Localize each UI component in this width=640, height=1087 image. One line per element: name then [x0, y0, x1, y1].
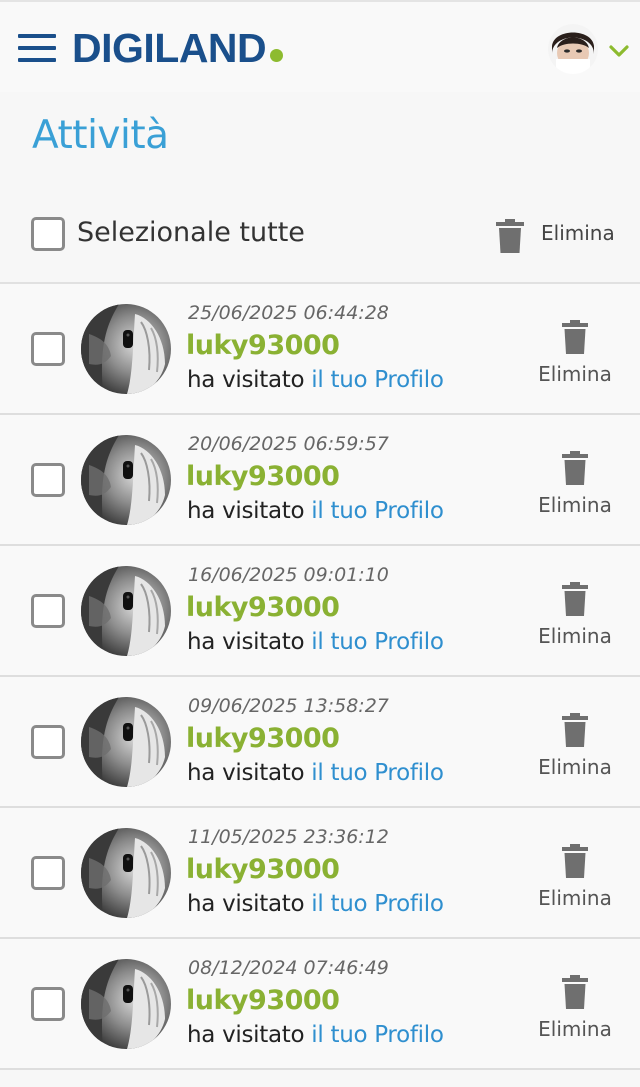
activity-username[interactable]: luky93000 — [186, 592, 340, 623]
activity-username[interactable]: luky93000 — [186, 330, 340, 361]
trash-icon — [562, 582, 588, 616]
visitor-avatar-image — [81, 566, 171, 656]
visitor-avatar[interactable] — [81, 697, 171, 787]
activity-date: 20/06/2025 06:59:57 — [188, 433, 389, 455]
activity-description: ha visitato il tuo Profilo — [187, 367, 444, 393]
visitor-avatar-image — [81, 435, 171, 525]
hamburger-menu-icon[interactable] — [18, 34, 56, 62]
activity-description: ha visitato il tuo Profilo — [187, 891, 444, 917]
delete-button[interactable]: Elimina — [530, 713, 620, 779]
delete-label: Elimina — [538, 362, 612, 386]
visitor-avatar[interactable] — [81, 566, 171, 656]
profile-link[interactable]: il tuo Profilo — [311, 891, 444, 917]
delete-label: Elimina — [538, 493, 612, 517]
activity-action-text: ha visitato — [187, 760, 305, 786]
activity-username[interactable]: luky93000 — [186, 723, 340, 754]
trash-icon — [562, 975, 588, 1009]
activity-description: ha visitato il tuo Profilo — [187, 498, 444, 524]
delete-label: Elimina — [538, 755, 612, 779]
profile-link[interactable]: il tuo Profilo — [311, 498, 444, 524]
page-title: Attività — [32, 113, 169, 158]
app-header: DIGILAND — [0, 0, 640, 92]
delete-label: Elimina — [538, 886, 612, 910]
digiland-logo[interactable]: DIGILAND — [72, 25, 284, 71]
logo-text: DIGILAND — [72, 25, 267, 71]
activity-username[interactable]: luky93000 — [186, 461, 340, 492]
activity-row: 20/06/2025 06:59:57 luky93000 ha visitat… — [0, 415, 640, 546]
trash-icon — [562, 713, 588, 747]
activity-date: 16/06/2025 09:01:10 — [188, 564, 389, 586]
chevron-down-icon[interactable] — [608, 40, 630, 62]
delete-button[interactable]: Elimina — [530, 844, 620, 910]
trash-icon — [562, 844, 588, 878]
select-all-checkbox[interactable] — [31, 217, 65, 251]
profile-link[interactable]: il tuo Profilo — [311, 1022, 444, 1048]
activity-description: ha visitato il tuo Profilo — [187, 760, 444, 786]
delete-button[interactable]: Elimina — [530, 451, 620, 517]
activity-description: ha visitato il tuo Profilo — [187, 1022, 444, 1048]
activity-row: 11/05/2025 23:36:12 luky93000 ha visitat… — [0, 808, 640, 939]
activity-date: 09/06/2025 13:58:27 — [188, 695, 389, 717]
visitor-avatar-image — [81, 828, 171, 918]
delete-button[interactable]: Elimina — [530, 320, 620, 386]
visitor-avatar-image — [81, 959, 171, 1049]
profile-link[interactable]: il tuo Profilo — [311, 629, 444, 655]
visitor-avatar[interactable] — [81, 435, 171, 525]
delete-label: Elimina — [538, 624, 612, 648]
profile-link[interactable]: il tuo Profilo — [311, 367, 444, 393]
activity-description: ha visitato il tuo Profilo — [187, 629, 444, 655]
activity-date: 25/06/2025 06:44:28 — [188, 302, 389, 324]
row-checkbox[interactable] — [31, 594, 65, 628]
activity-date: 11/05/2025 23:36:12 — [188, 826, 389, 848]
row-checkbox[interactable] — [31, 463, 65, 497]
activity-action-text: ha visitato — [187, 498, 305, 524]
profile-link[interactable]: il tuo Profilo — [311, 760, 444, 786]
activity-row: 09/06/2025 13:58:27 luky93000 ha visitat… — [0, 677, 640, 808]
visitor-avatar[interactable] — [81, 304, 171, 394]
delete-all-button[interactable]: Elimina — [496, 216, 615, 256]
activity-list: 25/06/2025 06:44:28 luky93000 ha visitat… — [0, 284, 640, 1070]
delete-all-label: Elimina — [541, 221, 615, 245]
select-all-label[interactable]: Selezionale tutte — [77, 217, 305, 248]
row-checkbox[interactable] — [31, 332, 65, 366]
activity-action-text: ha visitato — [187, 1022, 305, 1048]
delete-label: Elimina — [538, 1017, 612, 1041]
visitor-avatar[interactable] — [81, 828, 171, 918]
user-avatar[interactable] — [548, 24, 598, 74]
select-all-bar: Selezionale tutte Elimina — [0, 190, 640, 284]
row-checkbox[interactable] — [31, 987, 65, 1021]
trash-icon — [496, 219, 524, 253]
logo-dot-icon — [270, 49, 284, 62]
visitor-avatar-image — [81, 697, 171, 787]
activity-username[interactable]: luky93000 — [186, 854, 340, 885]
delete-button[interactable]: Elimina — [530, 582, 620, 648]
activity-action-text: ha visitato — [187, 629, 305, 655]
delete-button[interactable]: Elimina — [530, 975, 620, 1041]
trash-icon — [562, 320, 588, 354]
activity-action-text: ha visitato — [187, 367, 305, 393]
visitor-avatar-image — [81, 304, 171, 394]
activity-action-text: ha visitato — [187, 891, 305, 917]
activity-date: 08/12/2024 07:46:49 — [188, 957, 389, 979]
trash-icon — [562, 451, 588, 485]
user-avatar-image — [548, 24, 598, 74]
row-checkbox[interactable] — [31, 856, 65, 890]
visitor-avatar[interactable] — [81, 959, 171, 1049]
activity-row: 08/12/2024 07:46:49 luky93000 ha visitat… — [0, 939, 640, 1070]
activity-row: 16/06/2025 09:01:10 luky93000 ha visitat… — [0, 546, 640, 677]
row-checkbox[interactable] — [31, 725, 65, 759]
activity-row: 25/06/2025 06:44:28 luky93000 ha visitat… — [0, 284, 640, 415]
activity-username[interactable]: luky93000 — [186, 985, 340, 1016]
